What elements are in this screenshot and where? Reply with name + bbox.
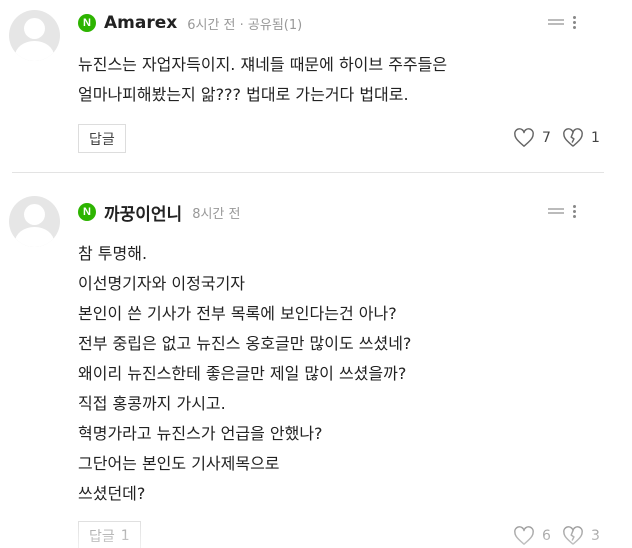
dislike-count: 3 xyxy=(591,528,600,544)
comment-author[interactable]: Amarex xyxy=(104,13,177,33)
avatar[interactable] xyxy=(9,10,60,61)
naver-badge-icon: N xyxy=(78,203,96,221)
comment-line: 쓰셨던데? xyxy=(78,484,146,503)
reply-count: 1 xyxy=(120,527,130,544)
heart-icon xyxy=(514,128,534,147)
comment-time: 8시간 전 xyxy=(192,206,241,222)
more-options-icon[interactable] xyxy=(573,204,576,218)
comment-more-menu[interactable] xyxy=(548,204,598,218)
collapse-icon[interactable] xyxy=(548,208,564,214)
collapse-icon[interactable] xyxy=(548,19,564,25)
dislike-button[interactable]: 3 xyxy=(562,526,600,546)
comment-divider xyxy=(12,172,604,173)
avatar-head-shape xyxy=(24,204,45,225)
like-button[interactable]: 7 xyxy=(513,128,551,148)
comment-text: 뉴진스는 자업자득이지. 쟤네들 때문에 하이브 주주들은얼마나피해봤는지 앎?… xyxy=(78,50,447,110)
comment-line: 뉴진스는 자업자득이지. 쟤네들 때문에 하이브 주주들은 xyxy=(78,55,448,74)
reply-button[interactable]: 답글 xyxy=(78,124,126,153)
reply-label: 답글 xyxy=(89,131,115,148)
comment-time: 6시간 전 · 공유됨(1) xyxy=(187,17,303,33)
comment-more-menu[interactable] xyxy=(548,15,598,29)
comment-line: 참 투명해. xyxy=(78,244,148,263)
comment-line: 그단어는 본인도 기사제목으로 xyxy=(78,454,280,473)
comment-line: 직접 홍콩까지 가시고. xyxy=(78,394,226,413)
avatar-body-shape xyxy=(15,227,54,247)
comment-meta: N Amarex 6시간 전 · 공유됨(1) xyxy=(78,11,302,35)
dislike-count: 1 xyxy=(591,130,600,146)
broken-heart-icon xyxy=(563,128,583,147)
avatar[interactable] xyxy=(9,196,60,247)
avatar-body-shape xyxy=(15,41,54,61)
more-options-icon[interactable] xyxy=(573,15,576,29)
reply-button[interactable]: 답글 1 xyxy=(78,521,141,548)
avatar-head-shape xyxy=(24,18,45,39)
comment-meta: N 까꿍이언니 8시간 전 xyxy=(78,200,241,225)
comment-author[interactable]: 까꿍이언니 xyxy=(104,200,182,225)
naver-badge-icon: N xyxy=(78,14,96,32)
reply-label: 답글 xyxy=(89,528,115,545)
dislike-button[interactable]: 1 xyxy=(562,128,600,148)
comment-line: 전부 중립은 없고 뉴진스 옹호글만 많이도 쓰셨네? xyxy=(78,334,412,353)
like-count: 6 xyxy=(542,528,551,544)
comment-line: 혁명가라고 뉴진스가 언급을 안했나? xyxy=(78,424,323,443)
comment-line: 왜이리 뉴진스한테 좋은글만 제일 많이 쓰셨을까? xyxy=(78,364,407,383)
like-count: 7 xyxy=(542,130,551,146)
comment-line: 본인이 쓴 기사가 전부 목록에 보인다는건 아나? xyxy=(78,304,397,323)
comment-line: 이선명기자와 이정국기자 xyxy=(78,274,246,293)
like-button[interactable]: 6 xyxy=(513,526,551,546)
comment-text: 참 투명해. 이선명기자와 이정국기자본인이 쓴 기사가 전부 목록에 보인다는건… xyxy=(78,239,411,509)
heart-icon xyxy=(514,526,534,545)
broken-heart-icon xyxy=(563,526,583,545)
comment-line: 얼마나피해봤는지 앎??? 법대로 가는거다 법대로. xyxy=(78,85,409,104)
